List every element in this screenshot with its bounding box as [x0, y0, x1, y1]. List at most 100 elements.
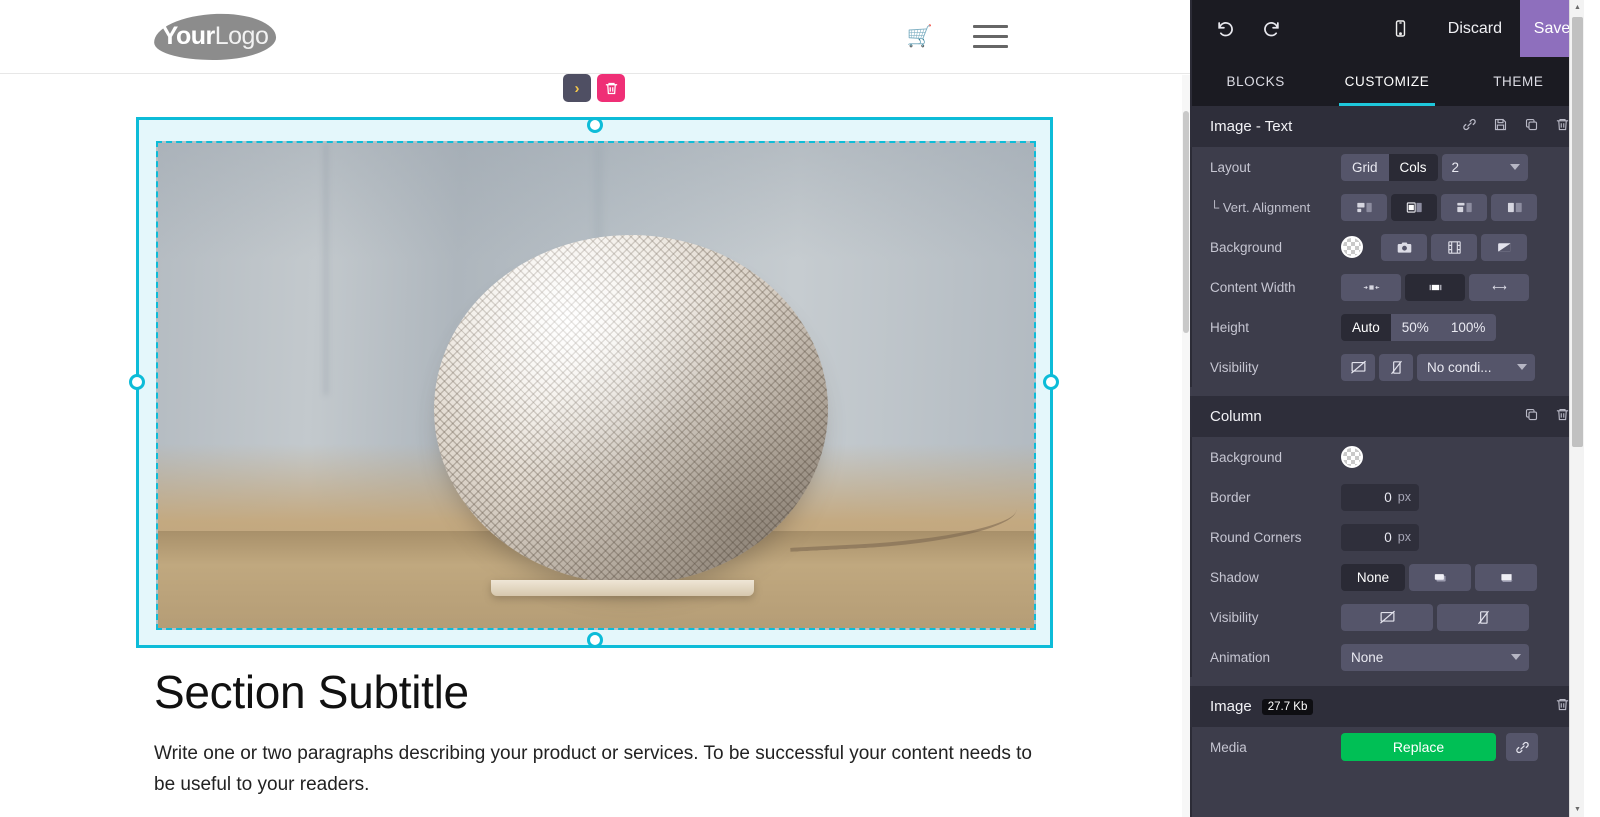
layout-grid-option[interactable]: Grid — [1341, 153, 1389, 181]
height-50-option[interactable]: 50% — [1390, 313, 1440, 341]
label-vert-alignment: └ Vert. Alignment — [1210, 199, 1311, 215]
delete-block-button[interactable] — [597, 74, 625, 102]
editor-panel: Discard Save BLOCKS CUSTOMIZE THEME Imag… — [1190, 0, 1584, 817]
mobile-preview-icon — [1396, 20, 1406, 37]
resize-handle-left[interactable] — [129, 374, 145, 390]
tab-customize[interactable]: CUSTOMIZE — [1321, 57, 1452, 106]
duplicate-icon[interactable] — [1524, 117, 1539, 136]
section-title[interactable]: Section Subtitle — [154, 665, 1054, 719]
resize-handle-right[interactable] — [1043, 374, 1059, 390]
row-visibility-block: Visibility No condi... — [1190, 347, 1584, 387]
hide-mobile-icon[interactable] — [1379, 353, 1413, 381]
selected-image-outline[interactable] — [156, 141, 1036, 630]
visibility-condition-select[interactable]: No condi... — [1417, 353, 1535, 381]
cols-count-select[interactable]: 2 — [1441, 153, 1528, 181]
chevron-down-icon — [1517, 364, 1527, 370]
width-boxed-icon[interactable] — [1405, 273, 1465, 301]
trash-icon[interactable] — [1555, 407, 1570, 426]
tab-theme[interactable]: THEME — [1453, 57, 1584, 106]
column-background-swatch[interactable] — [1341, 446, 1363, 468]
site-logo[interactable]: YourLogo — [153, 11, 277, 62]
align-stretch-icon[interactable] — [1491, 193, 1537, 221]
row-visibility-column: Visibility — [1190, 597, 1584, 637]
label-height: Height — [1210, 319, 1250, 335]
row-round-corners: Round Corners 0 px — [1190, 517, 1584, 557]
width-narrow-icon[interactable] — [1341, 273, 1401, 301]
border-width-value: 0 — [1384, 489, 1392, 505]
row-vert-alignment: └ Vert. Alignment — [1190, 187, 1584, 227]
section-paragraph[interactable]: Write one or two paragraphs describing y… — [154, 739, 1034, 801]
shadow-lifted-icon[interactable] — [1475, 563, 1537, 591]
video-icon[interactable] — [1431, 233, 1477, 261]
section-title-image-text: Image - Text — [1210, 118, 1293, 135]
row-background-block: Background — [1190, 227, 1584, 267]
width-full-icon[interactable] — [1469, 273, 1529, 301]
canvas-scrollbar[interactable] — [1182, 75, 1190, 817]
height-segmented: Auto 50% 100% — [1341, 313, 1497, 341]
label-border: Border — [1210, 489, 1251, 505]
shadow-none-option[interactable]: None — [1341, 563, 1405, 591]
chevron-down-icon — [1509, 164, 1520, 170]
link-icon[interactable] — [1462, 117, 1477, 136]
trash-icon[interactable] — [1555, 117, 1570, 136]
animation-value: None — [1351, 649, 1384, 665]
expand-block-button[interactable]: › — [563, 74, 591, 102]
discard-button[interactable]: Discard — [1430, 0, 1520, 57]
resize-handle-bottom[interactable] — [587, 632, 603, 648]
site-header: YourLogo 🛒 — [0, 0, 1190, 74]
label-animation: Animation — [1210, 649, 1271, 665]
speaker-base — [490, 580, 754, 597]
align-bottom-icon[interactable] — [1441, 193, 1487, 221]
redo-button[interactable] — [1254, 12, 1288, 46]
browser-scrollbar[interactable]: ▲ ▼ — [1569, 0, 1584, 817]
trash-icon[interactable] — [1555, 697, 1570, 716]
round-corners-input[interactable]: 0 px — [1341, 523, 1419, 551]
editor-app: YourLogo 🛒 › Section Subtitle Write one … — [0, 0, 1600, 817]
selected-block-outline[interactable] — [136, 117, 1053, 648]
height-100-option[interactable]: 100% — [1439, 313, 1497, 341]
gradient-icon[interactable] — [1481, 233, 1527, 261]
mobile-preview-button[interactable] — [1384, 12, 1418, 46]
panel-scroll-area[interactable]: Image - Text Layout Grid Cols 2 └ Vert. … — [1190, 106, 1584, 817]
scroll-up-arrow-icon[interactable]: ▲ — [1570, 0, 1585, 15]
undo-button[interactable] — [1208, 12, 1242, 46]
shadow-segmented: None — [1341, 563, 1405, 591]
block-toolbar: › — [563, 74, 625, 102]
align-middle-icon[interactable] — [1391, 193, 1437, 221]
height-auto-option[interactable]: Auto — [1341, 313, 1391, 341]
replace-media-button[interactable]: Replace — [1341, 733, 1496, 761]
hamburger-menu-icon[interactable] — [973, 25, 1008, 48]
layout-cols-option[interactable]: Cols — [1388, 153, 1438, 181]
link-icon[interactable] — [1506, 733, 1538, 761]
visibility-condition-value: No condi... — [1427, 359, 1492, 375]
section-header-image: Image 27.7 Kb — [1190, 686, 1584, 727]
align-top-icon[interactable] — [1341, 193, 1387, 221]
redo-icon — [1263, 22, 1279, 37]
hide-desktop-icon[interactable] — [1341, 603, 1433, 631]
canvas-scrollbar-thumb[interactable] — [1183, 111, 1189, 333]
row-animation: Animation None — [1190, 637, 1584, 677]
scroll-down-arrow-icon[interactable]: ▼ — [1570, 802, 1585, 817]
label-background-block: Background — [1210, 239, 1283, 255]
border-width-unit: px — [1397, 490, 1411, 504]
website-canvas: YourLogo 🛒 › Section Subtitle Write one … — [0, 0, 1190, 817]
label-visibility-block: Visibility — [1210, 359, 1259, 375]
camera-icon[interactable] — [1381, 233, 1427, 261]
shopping-cart-icon[interactable]: 🛒 — [907, 26, 933, 47]
shadow-soft-icon[interactable] — [1409, 563, 1471, 591]
editor-tabs: BLOCKS CUSTOMIZE THEME — [1190, 57, 1584, 106]
browser-scrollbar-thumb[interactable] — [1572, 17, 1583, 447]
row-border: Border 0 px — [1190, 477, 1584, 517]
row-background-column: Background — [1190, 437, 1584, 477]
border-width-input[interactable]: 0 px — [1341, 483, 1419, 511]
duplicate-icon[interactable] — [1524, 407, 1539, 426]
animation-select[interactable]: None — [1341, 643, 1529, 671]
resize-handle-top[interactable] — [587, 117, 603, 133]
background-color-swatch[interactable] — [1341, 236, 1363, 258]
save-disk-icon[interactable] — [1493, 117, 1508, 136]
hide-mobile-icon[interactable] — [1437, 603, 1529, 631]
hide-desktop-icon[interactable] — [1341, 353, 1375, 381]
panel-divider — [1190, 387, 1584, 396]
section-title-column: Column — [1210, 408, 1262, 425]
tab-blocks[interactable]: BLOCKS — [1190, 57, 1321, 106]
